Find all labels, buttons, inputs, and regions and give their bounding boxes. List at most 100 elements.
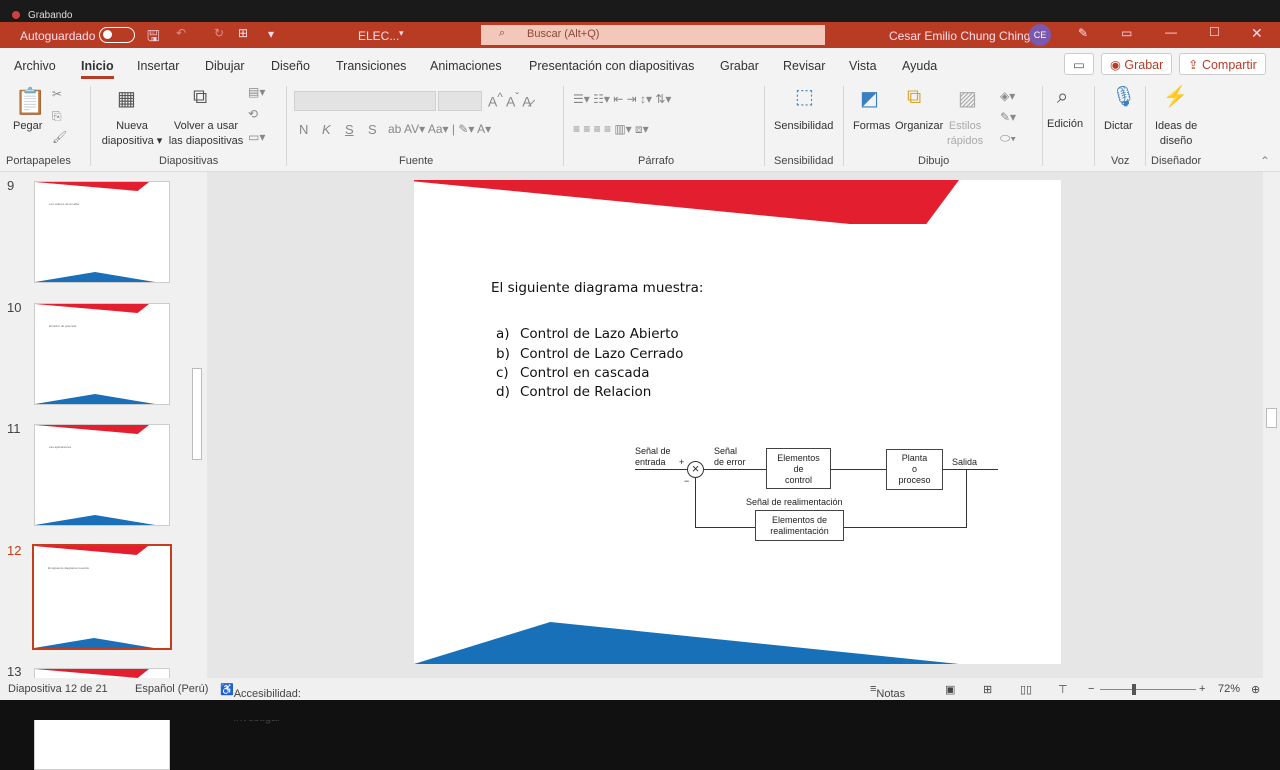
shapes-icon[interactable]: ◩ (860, 86, 879, 111)
copy-icon[interactable]: ⎘ (52, 109, 62, 124)
sensitivity-icon[interactable]: ⬚ (795, 84, 814, 109)
slideshow-icon[interactable]: ⊤ (1058, 683, 1068, 696)
font-size-select[interactable] (438, 91, 482, 111)
slide-thumbnail-9[interactable]: Los valores de la tabla (34, 181, 170, 283)
microphone-icon[interactable]: 🎙 (1111, 84, 1136, 109)
editing-button[interactable]: Edición (1047, 117, 1083, 132)
slide-thumbnail-10[interactable]: El factor de potencia (34, 303, 170, 405)
grow-font-icon[interactable]: A^ Aˇ A̷ (488, 91, 532, 110)
collapse-ribbon-icon[interactable]: ⌃ (1260, 154, 1270, 168)
present-icon[interactable]: ⊞ (238, 26, 248, 40)
designer-icon[interactable]: ⚡ (1163, 84, 1188, 109)
tab-insertar[interactable]: Insertar (137, 59, 179, 73)
tab-revisar[interactable]: Revisar (783, 59, 825, 73)
language[interactable]: Español (Perú) (135, 683, 208, 695)
layout-icon[interactable]: ▤▾ (248, 85, 265, 99)
search-edit-icon[interactable]: ⌕ (1057, 86, 1068, 109)
arrange-button[interactable]: Organizar (895, 119, 943, 134)
close-icon[interactable]: ✕ (1251, 25, 1263, 42)
tab-transiciones[interactable]: Transiciones (336, 59, 406, 73)
share-label: Compartir (1201, 58, 1257, 72)
share-button[interactable]: ⇪ Compartir (1179, 53, 1266, 75)
tab-grabar[interactable]: Grabar (720, 59, 759, 73)
slide-canvas[interactable]: El siguiente diagrama muestra: a) Control… (414, 180, 1061, 664)
avatar[interactable]: CE (1029, 24, 1051, 46)
search-input[interactable]: ⌕ Buscar (Alt+Q) (481, 25, 825, 45)
shapes-button[interactable]: Formas (853, 119, 890, 134)
quick-styles-button[interactable]: Estilos rápidos (947, 119, 983, 149)
zoom-slider-thumb[interactable] (1132, 684, 1136, 695)
align-icons[interactable]: ≡ ≡ ≡ ≡ ▥▾ ⧈▾ (573, 122, 649, 137)
paste-button[interactable]: Pegar (13, 119, 42, 134)
slide-thumbnail-11[interactable]: Las aplicaciones (34, 424, 170, 526)
tab-animaciones[interactable]: Animaciones (430, 59, 502, 73)
sorter-view-icon[interactable]: ⊞ (983, 683, 992, 696)
format-painter-icon[interactable]: 🖌 (52, 130, 67, 144)
tab-vista[interactable]: Vista (849, 59, 877, 73)
bold-button[interactable]: N (299, 122, 308, 137)
zoom-slider[interactable] (1100, 689, 1196, 690)
tab-diseno[interactable]: Diseño (271, 59, 310, 73)
pen-icon[interactable]: ✎ (1078, 26, 1088, 40)
search-placeholder: Buscar (Alt+Q) (527, 28, 600, 40)
record-button[interactable]: ◉ Grabar (1101, 53, 1173, 75)
dictate-button[interactable]: Dictar (1104, 119, 1133, 134)
autosave-toggle[interactable] (99, 27, 135, 43)
reading-view-icon[interactable]: ▯▯ (1020, 683, 1032, 696)
thumb-number: 11 (7, 421, 21, 436)
cut-icon[interactable]: ✂ (52, 87, 62, 101)
question-text[interactable]: El siguiente diagrama muestra: (491, 280, 703, 296)
zoom-out-icon[interactable]: − (1088, 683, 1094, 695)
shadow-button[interactable]: S (368, 122, 377, 137)
tab-dibujar[interactable]: Dibujar (205, 59, 245, 73)
zoom-in-icon[interactable]: + (1199, 683, 1205, 695)
italic-button[interactable]: K (322, 122, 331, 137)
redo-icon[interactable]: ↻ (214, 26, 224, 40)
option-b[interactable]: b) Control de Lazo Cerrado (496, 346, 683, 362)
filename-chevron-icon[interactable]: ▾ (399, 28, 404, 39)
paste-icon[interactable]: 📋 (14, 86, 46, 117)
notes-button[interactable]: ≡ Notas (870, 683, 905, 700)
option-a[interactable]: a) Control de Lazo Abierto (496, 326, 679, 342)
sensitivity-button[interactable]: Sensibilidad (774, 119, 833, 134)
arrange-icon[interactable]: ⧉ (907, 86, 921, 109)
editor-scrollbar[interactable] (1263, 172, 1280, 678)
designer-button[interactable]: Ideas de diseño (1155, 119, 1197, 149)
reuse-slides-icon[interactable]: ⧉ (193, 86, 207, 109)
recording-bar: Grabando (0, 0, 1280, 24)
reuse-slides-button[interactable]: Volver a usar las diapositivas (168, 119, 244, 149)
accessibility-status[interactable]: ♿ Accesibilidad: es necesario investigar (220, 683, 301, 724)
font-name-select[interactable] (294, 91, 436, 111)
shape-format-icons[interactable]: ◈▾ ✎▾ ⬭▾ (1000, 86, 1016, 149)
new-slide-button[interactable]: Nueva diapositiva ▾ (100, 119, 164, 149)
group-label-diapositivas: Diapositivas (159, 155, 219, 167)
zoom-level[interactable]: 72% (1218, 683, 1240, 695)
reset-icon[interactable]: ⟲ (248, 107, 258, 121)
fit-slide-icon[interactable]: ⊕ (1251, 683, 1260, 696)
thumb-number: 9 (7, 178, 15, 193)
tab-presentacion[interactable]: Presentación con diapositivas (529, 59, 694, 73)
comments-button[interactable]: ▭ (1064, 53, 1094, 75)
option-d[interactable]: d) Control de Relacion (496, 384, 651, 400)
slide-thumbnail-12[interactable]: El siguiente diagrama muestra: (32, 544, 172, 650)
font-more-icons[interactable]: ab AV▾ Aa▾ | ✎▾ A▾ (388, 122, 491, 136)
new-slide-icon[interactable]: ▦ (117, 86, 136, 111)
group-label-dibujo: Dibujo (918, 155, 950, 167)
option-c[interactable]: c) Control en cascada (496, 365, 650, 381)
minimize-icon[interactable]: — (1165, 25, 1177, 39)
thumbnails-scrollbar[interactable] (190, 172, 204, 678)
section-icon[interactable]: ▭▾ (248, 130, 265, 144)
ribbon-display-icon[interactable]: ▭ (1121, 26, 1132, 40)
tab-inicio[interactable]: Inicio (81, 59, 114, 79)
list-icons[interactable]: ☰▾ ☷▾ ⇤ ⇥ ↕▾ ⇅▾ (573, 92, 671, 106)
tab-ayuda[interactable]: Ayuda (902, 59, 937, 73)
underline-button[interactable]: S (345, 122, 354, 137)
filename[interactable]: ELEC... (358, 29, 399, 43)
user-name[interactable]: Cesar Emilio Chung Ching (889, 29, 1030, 43)
maximize-icon[interactable]: ☐ (1209, 25, 1220, 39)
undo-icon[interactable]: ↶ (176, 26, 186, 40)
quick-styles-icon[interactable]: ▨ (958, 86, 977, 111)
normal-view-icon[interactable]: ▣ (945, 683, 955, 696)
tab-archivo[interactable]: Archivo (14, 59, 56, 73)
customize-icon[interactable]: ▾ (268, 27, 274, 41)
